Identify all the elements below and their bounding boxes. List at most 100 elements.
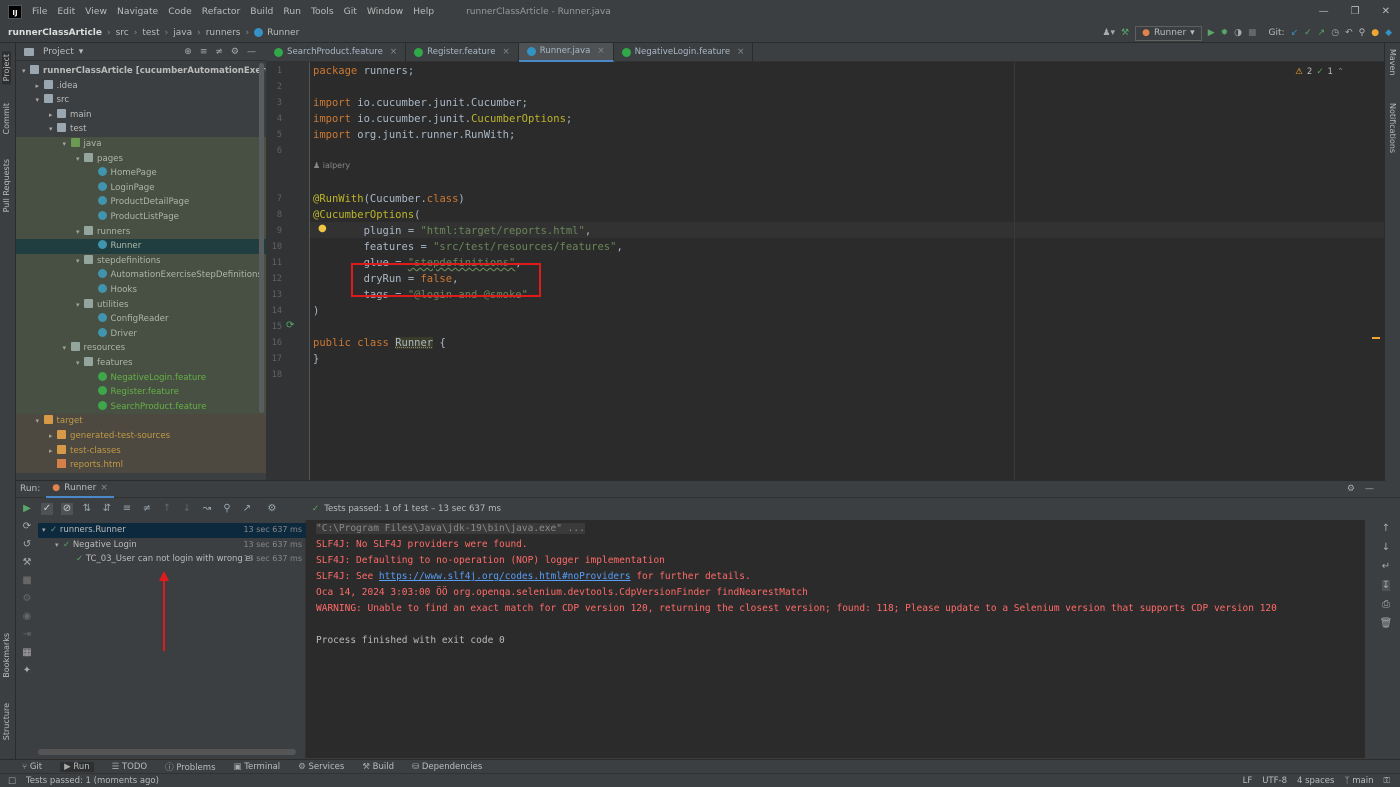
tree-item[interactable]: ▾ resources bbox=[63, 341, 125, 356]
export-icon[interactable]: ↗ bbox=[241, 503, 253, 515]
console-link[interactable]: https://www.slf4j.org/codes.html#noProvi… bbox=[379, 571, 631, 582]
tree-item[interactable]: ▾ target bbox=[36, 414, 83, 429]
stop-icon[interactable]: ■ bbox=[1248, 28, 1257, 38]
tree-item[interactable]: ▸ test-classes bbox=[49, 444, 121, 459]
menu-tools[interactable]: Tools bbox=[311, 6, 334, 17]
maven-tool-tab[interactable]: Maven bbox=[1388, 49, 1397, 76]
run-gutter-icon[interactable]: ⟳ bbox=[286, 320, 294, 331]
close-icon[interactable]: ✕ bbox=[1382, 6, 1390, 17]
menu-window[interactable]: Window bbox=[367, 6, 403, 17]
collapse-all-icon[interactable]: ≠ bbox=[141, 503, 153, 515]
zoom-icon[interactable]: ⚲ bbox=[221, 503, 233, 515]
editor-tab[interactable]: Register.feature × bbox=[406, 43, 519, 62]
gear-icon[interactable]: ⚙ bbox=[231, 47, 239, 57]
notifications-tool-tab[interactable]: Notifications bbox=[1388, 103, 1397, 153]
inspection-widget[interactable]: ⚠ 2 ✓ 1 ⌃ bbox=[1295, 67, 1344, 77]
tree-item[interactable]: Runner bbox=[90, 239, 141, 254]
layout-icon[interactable]: ▦ bbox=[22, 647, 31, 658]
tree-item[interactable]: ▾ runnerClassArticle [cucumberAutomationEx… bbox=[22, 64, 266, 79]
close-icon[interactable]: × bbox=[597, 43, 604, 61]
close-icon[interactable]: × bbox=[100, 483, 108, 493]
project-view-select[interactable]: Project bbox=[43, 47, 74, 57]
test-tree-scrollbar[interactable] bbox=[38, 749, 296, 755]
menu-view[interactable]: View bbox=[85, 6, 107, 17]
hide-icon[interactable]: — bbox=[1365, 484, 1374, 494]
hammer-icon[interactable]: ⚒ bbox=[1121, 28, 1129, 38]
chevron-down-icon[interactable]: ▾ bbox=[79, 47, 84, 57]
tree-item[interactable]: Register.feature bbox=[90, 385, 179, 400]
lock-icon[interactable]: ⚿ bbox=[1384, 776, 1390, 786]
menu-file[interactable]: File bbox=[32, 6, 47, 17]
structure-tool-tab[interactable]: Structure bbox=[2, 703, 11, 740]
pin-icon[interactable]: ✦ bbox=[23, 665, 31, 676]
collapse-all-icon[interactable]: ≡ bbox=[200, 47, 208, 57]
restore-icon[interactable]: ❐ bbox=[1351, 6, 1360, 17]
editor-tab[interactable]: SearchProduct.feature × bbox=[266, 43, 407, 62]
gear-icon[interactable]: ⚙ bbox=[266, 503, 278, 515]
tree-item[interactable]: LoginPage bbox=[90, 181, 155, 196]
history-icon[interactable]: ◷ bbox=[1331, 28, 1339, 38]
run-icon[interactable]: ▶ bbox=[1208, 28, 1215, 38]
tree-item[interactable]: ▾ runners bbox=[76, 225, 130, 240]
breadcrumb-item[interactable]: src bbox=[116, 28, 129, 38]
camera-icon[interactable]: ◉ bbox=[23, 611, 32, 622]
trash-icon[interactable]: 🗑 bbox=[1380, 618, 1393, 629]
app-logo[interactable]: IJ bbox=[8, 4, 22, 19]
tool-tab-build[interactable]: ⚒ Build bbox=[362, 762, 394, 772]
history-icon[interactable]: ↝ bbox=[201, 503, 213, 515]
rerun-failed-icon[interactable]: ⟳ bbox=[23, 521, 31, 532]
update-icon[interactable]: ● bbox=[1371, 28, 1379, 38]
sort-alpha-icon[interactable]: ⇅ bbox=[81, 503, 93, 515]
minimize-icon[interactable]: — bbox=[1319, 6, 1329, 17]
project-tool-tab[interactable]: Project bbox=[2, 51, 11, 85]
test-tree-row[interactable]: ▾ ✓ Negative Login 13 sec 637 ms bbox=[38, 538, 306, 553]
test-tree-row[interactable]: ✓ TC_03_User can not login with wrong em… bbox=[38, 552, 306, 567]
search-icon[interactable]: ⚲ bbox=[1359, 28, 1366, 38]
line-separator[interactable]: LF bbox=[1243, 776, 1253, 786]
tree-item[interactable]: AutomationExerciseStepDefinitions bbox=[90, 268, 262, 283]
git-branch[interactable]: ᛉ main bbox=[1344, 776, 1373, 786]
menu-edit[interactable]: Edit bbox=[57, 6, 75, 17]
menu-code[interactable]: Code bbox=[168, 6, 192, 17]
breadcrumb-item[interactable]: test bbox=[142, 28, 159, 38]
menu-run[interactable]: Run bbox=[283, 6, 301, 17]
tool-tab-todo[interactable]: ☰ TODO bbox=[112, 762, 147, 772]
tool-tab-problems[interactable]: ⓘ Problems bbox=[165, 761, 215, 773]
next-test-icon[interactable]: ↓ bbox=[181, 503, 193, 515]
rollback-icon[interactable]: ↶ bbox=[1345, 28, 1353, 38]
tree-item[interactable]: ▾ java bbox=[63, 137, 102, 152]
breadcrumb-item[interactable]: runnerClassArticle bbox=[8, 28, 102, 38]
editor-tab[interactable]: NegativeLogin.feature × bbox=[614, 43, 754, 62]
show-passed-icon[interactable]: ✓ bbox=[41, 503, 53, 515]
tool-tab-dependencies[interactable]: ⛁ Dependencies bbox=[412, 762, 482, 772]
git-commit-icon[interactable]: ✓ bbox=[1304, 28, 1312, 38]
test-tree-row[interactable]: ▾ ✓ runners.Runner 13 sec 637 ms bbox=[38, 523, 306, 538]
expand-all-icon[interactable]: ≡ bbox=[121, 503, 133, 515]
toggle-auto-test-icon[interactable]: ↺ bbox=[23, 539, 31, 550]
tree-item[interactable]: ConfigReader bbox=[90, 312, 169, 327]
rerun-icon[interactable]: ▶ bbox=[23, 503, 31, 514]
tree-item[interactable]: ProductDetailPage bbox=[90, 195, 189, 210]
tool-tab-run[interactable]: ▶ Run bbox=[60, 761, 94, 772]
arrow-down-icon[interactable]: ↓ bbox=[1382, 542, 1390, 553]
tree-item[interactable]: ▾ features bbox=[76, 356, 133, 371]
tree-item[interactable]: ▸ generated-test-sources bbox=[49, 429, 170, 444]
close-icon[interactable]: × bbox=[737, 43, 744, 62]
sort-duration-icon[interactable]: ⇵ bbox=[101, 503, 113, 515]
tree-item[interactable]: ▾ test bbox=[49, 122, 87, 137]
locate-icon[interactable]: ⊕ bbox=[184, 47, 192, 57]
breadcrumb-item[interactable]: Runner bbox=[267, 28, 299, 38]
tree-item[interactable]: Hooks bbox=[90, 283, 137, 298]
soft-wrap-icon[interactable]: ↵ bbox=[1382, 561, 1390, 572]
tree-item[interactable]: reports.html bbox=[49, 458, 123, 473]
close-icon[interactable]: × bbox=[502, 43, 509, 62]
debug-icon[interactable]: ✹ bbox=[1221, 28, 1229, 38]
coverage-icon[interactable]: ◑ bbox=[1234, 28, 1242, 38]
menu-build[interactable]: Build bbox=[250, 6, 273, 17]
tool-tab-services[interactable]: ⚙ Services bbox=[298, 762, 344, 772]
tree-item[interactable]: ▾ utilities bbox=[76, 298, 129, 313]
pull-requests-tool-tab[interactable]: Pull Requests bbox=[2, 159, 11, 212]
git-update-icon[interactable]: ↙ bbox=[1291, 28, 1299, 38]
tree-item[interactable]: ▾ pages bbox=[76, 152, 123, 167]
previous-test-icon[interactable]: ↑ bbox=[161, 503, 173, 515]
